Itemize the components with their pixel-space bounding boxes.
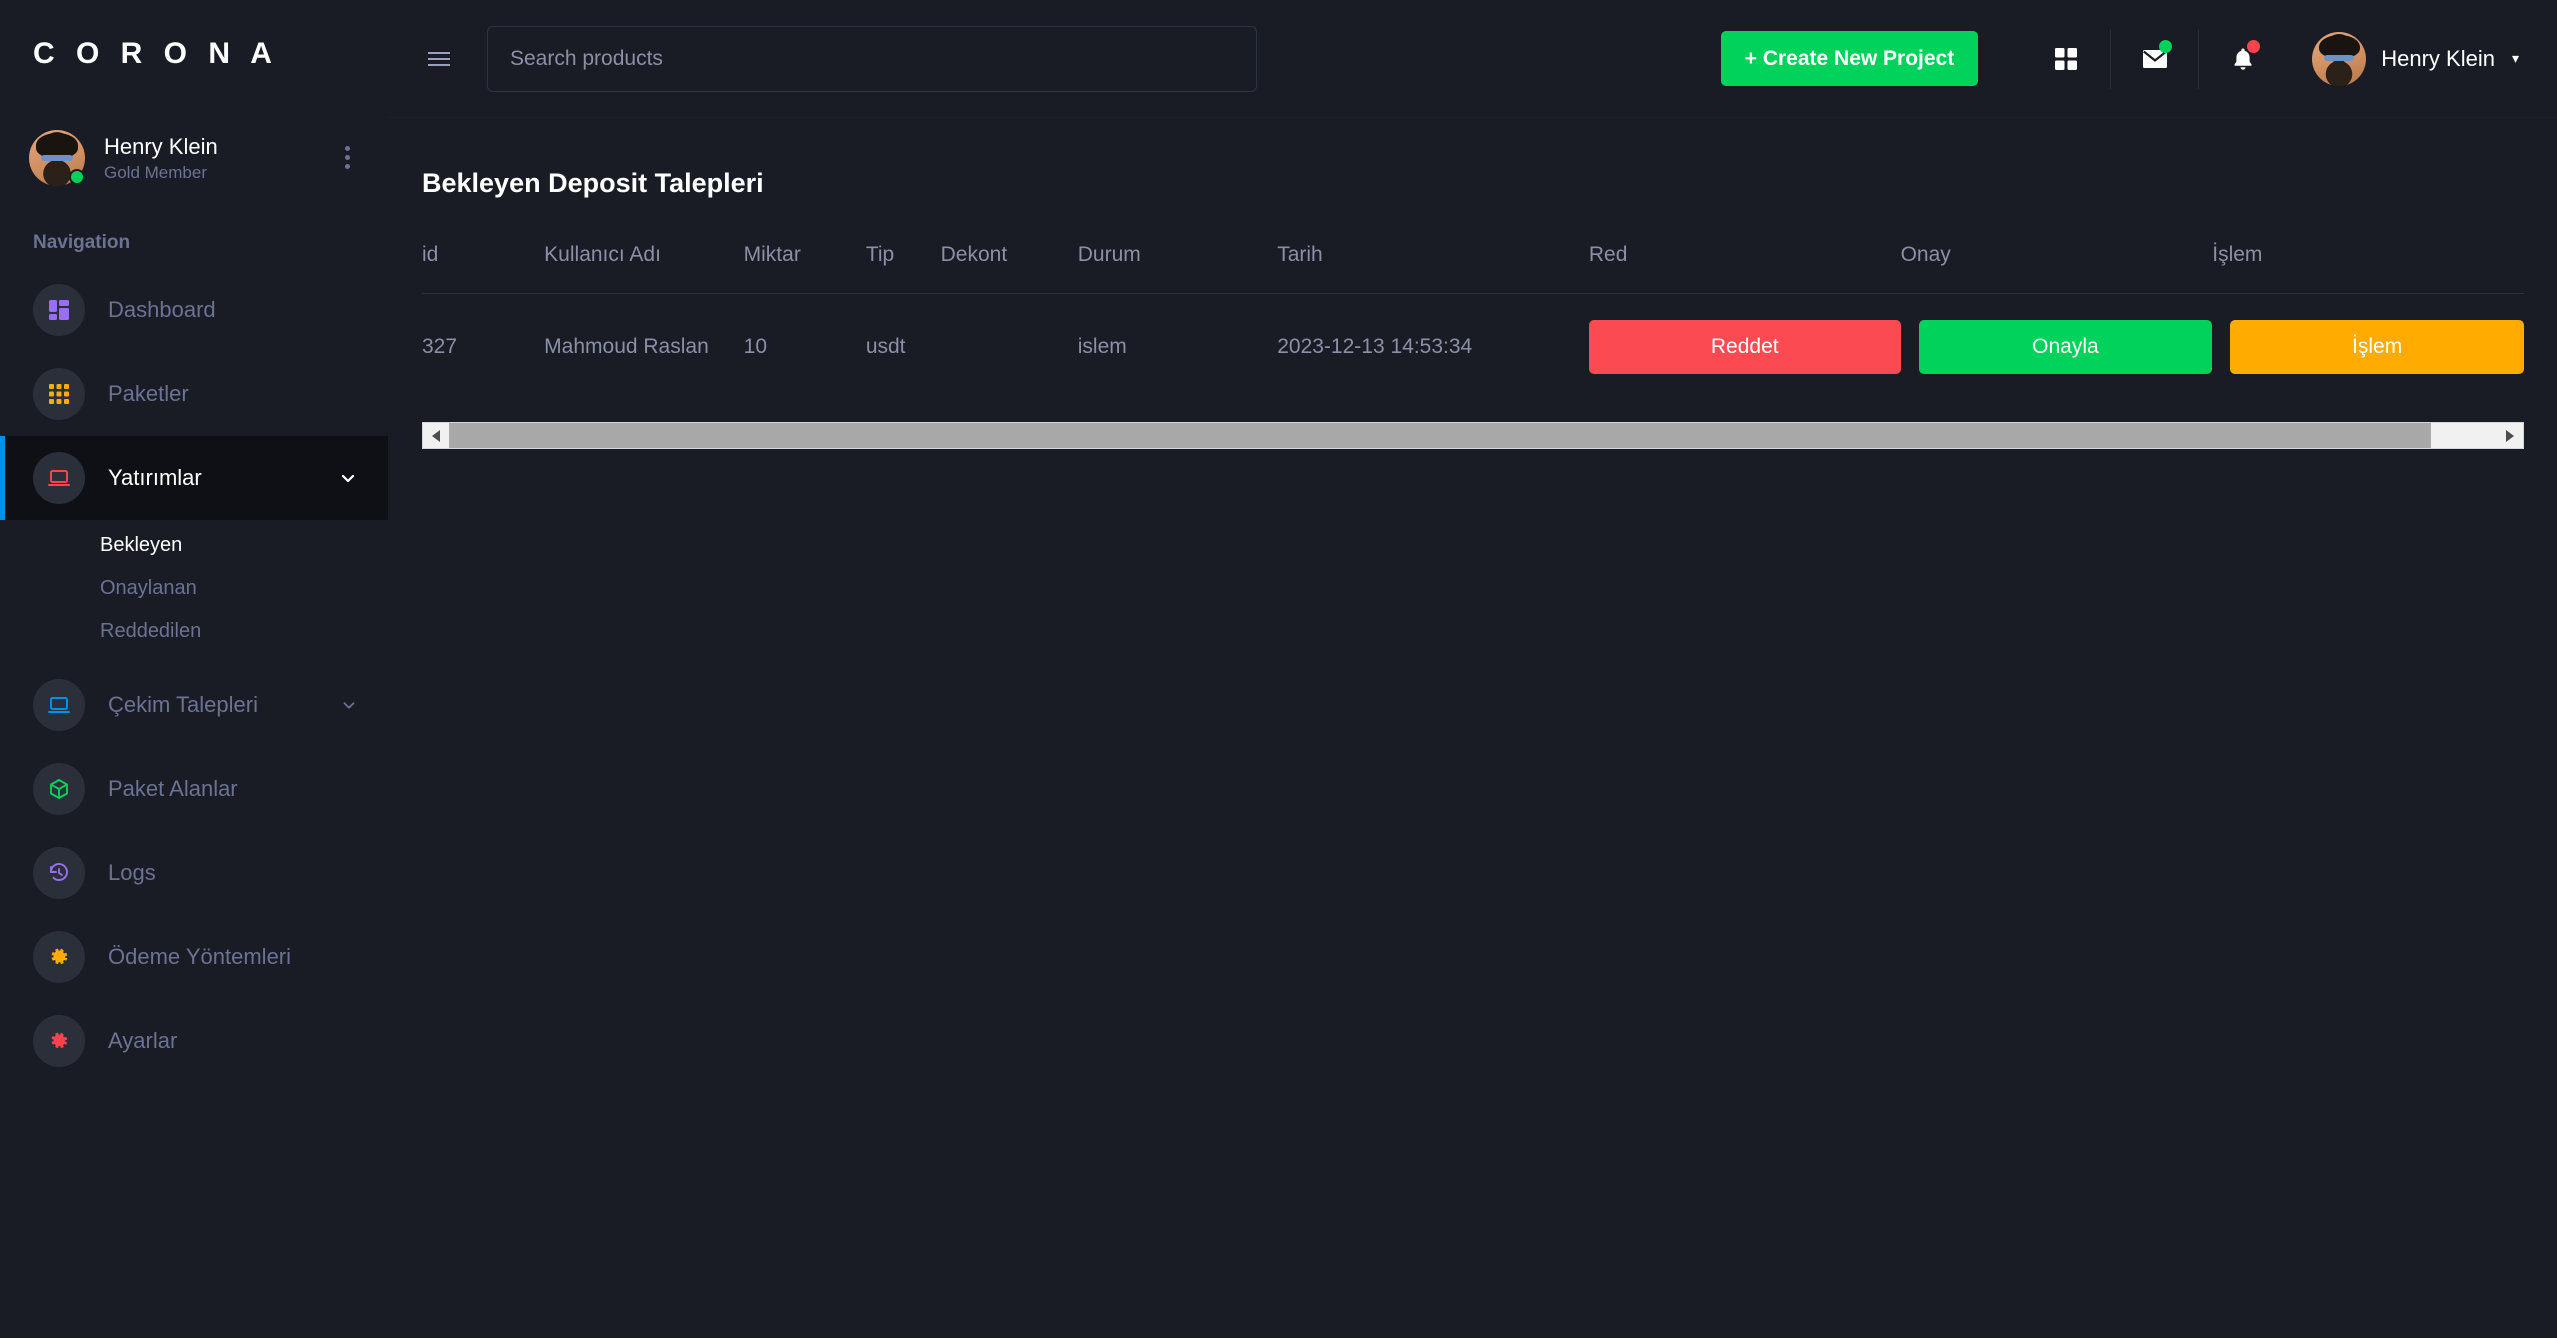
apps-grid-icon bbox=[33, 368, 85, 420]
user-menu[interactable]: Henry Klein ▾ bbox=[2286, 31, 2519, 86]
topbar-right: + Create New Project Henry Klein ▾ bbox=[1720, 28, 2519, 89]
table-body: 327 Mahmoud Raslan 10 usdt islem 2023-12… bbox=[422, 294, 2524, 401]
sidebar: C O R O N A Henry Klein Gold Member Navi… bbox=[0, 0, 389, 1338]
sidebar-profile[interactable]: Henry Klein Gold Member bbox=[0, 108, 388, 212]
app-root: C O R O N A Henry Klein Gold Member Navi… bbox=[0, 0, 2557, 1338]
scrollbar-track[interactable] bbox=[449, 423, 2497, 448]
sidebar-item-label: Ayarlar bbox=[108, 1028, 178, 1053]
reject-button[interactable]: Reddet bbox=[1588, 320, 1901, 374]
topbar: + Create New Project Henry Klein ▾ bbox=[389, 0, 2557, 118]
cell-id: 327 bbox=[422, 335, 458, 358]
mail-unread-badge bbox=[2159, 39, 2173, 53]
column-header-approve: Onay bbox=[1900, 243, 2213, 294]
cell-reject-action: Reddet bbox=[1588, 294, 1901, 401]
content-area: Bekleyen Deposit Talepleri id Kullanıcı … bbox=[389, 118, 2557, 1338]
laptop-icon bbox=[33, 679, 85, 731]
sidebar-item-label: Logs bbox=[108, 860, 156, 885]
user-menu-name: Henry Klein bbox=[2381, 45, 2495, 71]
sidebar-item-label: Ödeme Yöntemleri bbox=[108, 944, 292, 969]
main-area: + Create New Project Henry Klein ▾ bbox=[389, 0, 2557, 1338]
chevron-down-icon bbox=[338, 468, 358, 488]
gear-icon bbox=[33, 1015, 85, 1067]
sidebar-item-ayarlar[interactable]: Ayarlar bbox=[0, 999, 388, 1083]
deposit-requests-table-wrapper: id Kullanıcı Adı Miktar Tip Dekont Durum… bbox=[422, 243, 2524, 449]
brand-logo[interactable]: C O R O N A bbox=[0, 0, 388, 108]
cell-approve-action: Onayla bbox=[1901, 294, 2213, 401]
nav-category-label: Navigation bbox=[33, 232, 131, 253]
avatar-image bbox=[2312, 31, 2367, 86]
box-icon bbox=[33, 763, 85, 815]
sidebar-item-label: Çekim Talepleri bbox=[108, 692, 258, 717]
approve-button[interactable]: Onayla bbox=[1918, 320, 2213, 374]
sidebar-item-label: Paket Alanlar bbox=[108, 776, 238, 801]
cell-status: islem bbox=[1077, 335, 1127, 358]
sidebar-item-label: Yatırımlar bbox=[108, 465, 202, 490]
column-header-status: Durum bbox=[1077, 243, 1278, 294]
cell-username: Mahmoud Raslan bbox=[544, 335, 709, 358]
table-header-row: id Kullanıcı Adı Miktar Tip Dekont Durum… bbox=[422, 243, 2524, 294]
table-row: 327 Mahmoud Raslan 10 usdt islem 2023-12… bbox=[422, 294, 2524, 401]
sidebar-item-odeme-yontemleri[interactable]: Ödeme Yöntemleri bbox=[0, 915, 388, 999]
create-new-project-button[interactable]: + Create New Project bbox=[1720, 31, 1979, 86]
sidebar-item-logs[interactable]: Logs bbox=[0, 831, 388, 915]
profile-name: Henry Klein bbox=[104, 133, 218, 159]
sidebar-item-dashboard[interactable]: Dashboard bbox=[0, 268, 388, 352]
scrollbar-thumb[interactable] bbox=[449, 423, 2432, 448]
cell-type: usdt bbox=[865, 335, 906, 358]
deposit-requests-table: id Kullanıcı Adı Miktar Tip Dekont Durum… bbox=[422, 243, 2524, 400]
search-input[interactable] bbox=[510, 46, 1234, 71]
hamburger-menu-icon[interactable] bbox=[409, 51, 469, 66]
column-header-username: Kullanıcı Adı bbox=[544, 243, 744, 294]
page-title: Bekleyen Deposit Talepleri bbox=[422, 168, 764, 198]
scroll-right-arrow-icon[interactable] bbox=[2497, 423, 2523, 448]
sidebar-subitem-reddedilen[interactable]: Reddedilen bbox=[0, 610, 388, 653]
sidebar-item-label: Dashboard bbox=[108, 297, 216, 322]
cell-process-action: İşlem bbox=[2212, 294, 2524, 401]
notification-badge bbox=[2247, 39, 2261, 53]
sidebar-item-paket-alanlar[interactable]: Paket Alanlar bbox=[0, 747, 388, 831]
online-status-dot bbox=[69, 169, 85, 185]
column-header-amount: Miktar bbox=[743, 243, 866, 294]
brand-name: C O R O N A bbox=[33, 37, 279, 70]
mail-icon[interactable] bbox=[2110, 28, 2198, 89]
sidebar-subitem-bekleyen[interactable]: Bekleyen bbox=[0, 524, 388, 567]
horizontal-scrollbar[interactable] bbox=[422, 422, 2524, 449]
cell-amount: 10 bbox=[743, 335, 767, 358]
bell-icon[interactable] bbox=[2198, 28, 2286, 89]
chevron-down-icon: ▾ bbox=[2511, 50, 2519, 66]
column-header-receipt: Dekont bbox=[940, 243, 1078, 294]
column-header-type: Tip bbox=[865, 243, 941, 294]
process-button[interactable]: İşlem bbox=[2230, 320, 2524, 374]
cell-receipt bbox=[941, 294, 1078, 401]
scroll-left-arrow-icon[interactable] bbox=[423, 423, 449, 448]
sidebar-item-label: Paketler bbox=[108, 381, 189, 406]
column-header-date: Tarih bbox=[1277, 243, 1589, 294]
profile-meta: Henry Klein Gold Member bbox=[104, 133, 320, 184]
avatar bbox=[29, 130, 85, 186]
sidebar-item-cekim-talepleri[interactable]: Çekim Talepleri bbox=[0, 663, 388, 747]
gear-icon bbox=[33, 931, 85, 983]
history-icon bbox=[33, 847, 85, 899]
sidebar-submenu-yatirimlar: Bekleyen Onaylanan Reddedilen bbox=[0, 520, 388, 663]
column-header-process: İşlem bbox=[2212, 243, 2524, 294]
laptop-icon bbox=[33, 452, 85, 504]
cell-date: 2023-12-13 14:53:34 bbox=[1277, 335, 1473, 358]
sidebar-subitem-onaylanan[interactable]: Onaylanan bbox=[0, 567, 388, 610]
column-header-reject: Red bbox=[1588, 243, 1901, 294]
chevron-down-icon bbox=[340, 696, 358, 714]
sidebar-item-paketler[interactable]: Paketler bbox=[0, 352, 388, 436]
search-box[interactable] bbox=[487, 25, 1257, 92]
apps-grid-icon[interactable] bbox=[2022, 29, 2110, 89]
table-header: id Kullanıcı Adı Miktar Tip Dekont Durum… bbox=[422, 243, 2524, 294]
dashboard-grid-icon bbox=[33, 284, 85, 336]
profile-more-icon[interactable] bbox=[339, 144, 355, 173]
sidebar-item-yatirimlar[interactable]: Yatırımlar bbox=[0, 436, 388, 520]
column-header-id: id bbox=[422, 243, 545, 294]
profile-role: Gold Member bbox=[104, 163, 207, 183]
